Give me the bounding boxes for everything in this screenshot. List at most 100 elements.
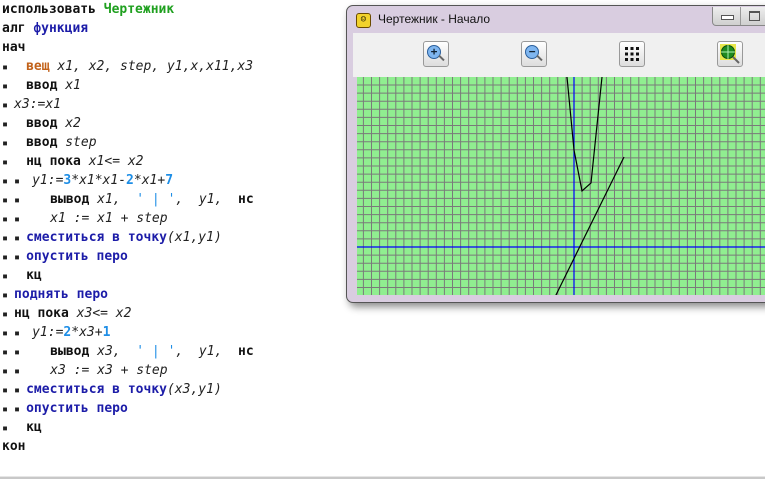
indent-marker: ▪ ▪ [2, 176, 33, 187]
code-keyword: ввод [26, 78, 66, 93]
code-keyword: опустить перо [26, 401, 128, 416]
code-keyword: использовать [2, 2, 104, 17]
code-line[interactable]: ▪ нц пока x3<= x2 [2, 304, 131, 323]
code-line[interactable]: ▪ кц [2, 418, 42, 437]
code-expression: (x3,y1) [166, 382, 222, 397]
code-keyword: нс [238, 192, 254, 207]
indent-marker: ▪ ▪ [2, 214, 51, 225]
indent-marker: ▪ ▪ [2, 347, 51, 358]
code-keyword: сместиться в точку [26, 230, 167, 245]
code-keyword: Чертежник [103, 2, 175, 17]
code-expression: x2 [65, 116, 81, 131]
indent-marker: ▪ [2, 290, 15, 301]
window-controls [712, 7, 765, 26]
indent-marker: ▪ [2, 81, 27, 92]
code-number: 2 [126, 173, 134, 188]
code-keyword: ввод [26, 116, 66, 131]
code-line[interactable]: ▪ ввод step [2, 133, 97, 152]
indent-marker: ▪ [2, 138, 27, 149]
indent-marker: ▪ [2, 62, 27, 73]
code-line[interactable]: ▪ нц пока x1<= x2 [2, 152, 144, 171]
drawer-window: ☺ Чертежник - Начало + − [346, 5, 765, 303]
code-expression: x1, x2, step, y1,x,x11,x3 [57, 59, 254, 74]
code-keyword: кон [2, 439, 26, 454]
zoom-in-button[interactable]: + [423, 41, 449, 67]
indent-marker: ▪ ▪ [2, 195, 51, 206]
code-expression: y1:= [32, 325, 64, 340]
code-expression: x1, [97, 192, 137, 207]
zoom-fit-icon [720, 44, 740, 64]
maximize-button[interactable] [741, 7, 765, 25]
code-line[interactable]: ▪ вещ x1, x2, step, y1,x,x11,x3 [2, 57, 253, 76]
indent-marker: ▪ ▪ [2, 233, 27, 244]
indent-marker: ▪ [2, 100, 15, 111]
code-expression: *x1+ [133, 173, 166, 188]
code-expression: *x3+ [71, 325, 103, 340]
code-keyword: алг [2, 21, 34, 36]
code-line[interactable]: ▪ ▪ x1 := x1 + step [2, 209, 168, 228]
code-line[interactable]: алг функция [2, 19, 88, 38]
grid-icon [625, 47, 639, 61]
code-keyword: опустить перо [26, 249, 128, 264]
code-line[interactable]: ▪ поднять перо [2, 285, 108, 304]
code-expression: x1 [65, 78, 81, 93]
code-line[interactable]: ▪ ▪ опустить перо [2, 399, 128, 418]
code-line[interactable]: ▪ ▪ опустить перо [2, 247, 128, 266]
code-keyword: нач [2, 40, 26, 55]
code-keyword: поднять перо [14, 287, 108, 302]
code-expression: x1 := x1 + step [50, 211, 168, 226]
zoom-fit-button[interactable] [717, 41, 743, 67]
code-keyword: нц пока [26, 154, 89, 169]
code-expression: *x1*x1- [71, 173, 127, 188]
code-expression: , y1, [175, 344, 239, 359]
indent-marker: ▪ ▪ [2, 366, 51, 377]
code-line[interactable]: ▪ ▪ x3 := x3 + step [2, 361, 168, 380]
code-line[interactable]: ▪ ▪ сместиться в точку(x3,y1) [2, 380, 222, 399]
code-line[interactable]: нач [2, 38, 25, 57]
window-title: Чертежник - Начало [378, 12, 491, 26]
maximize-icon [749, 11, 760, 21]
editor-divider [0, 476, 765, 479]
indent-marker: ▪ ▪ [2, 252, 27, 263]
indent-marker: ▪ ▪ [2, 328, 33, 339]
indent-marker: ▪ ▪ [2, 404, 27, 415]
code-keyword: нс [238, 344, 254, 359]
indent-marker: ▪ [2, 157, 27, 168]
code-number: 1 [102, 325, 111, 340]
code-expression: x3<= x2 [76, 306, 132, 321]
code-line[interactable]: ▪ ▪ вывод x1, ' | ', y1, нс [2, 190, 254, 209]
code-line[interactable]: использовать Чертежник [2, 0, 174, 19]
code-string: ' | ' [136, 192, 176, 207]
grid-button[interactable] [619, 41, 645, 67]
code-line[interactable]: ▪ ввод x1 [2, 76, 81, 95]
minimize-icon [721, 15, 734, 20]
code-line[interactable]: ▪ ▪ сместиться в точку(x1,y1) [2, 228, 222, 247]
code-line[interactable]: ▪ ▪ вывод x3, ' | ', y1, нс [2, 342, 254, 361]
code-number: 7 [165, 173, 174, 188]
drawing-canvas[interactable] [357, 77, 765, 295]
code-line[interactable]: ▪ ▪ y1:=3*x1*x1-2*x1+7 [2, 171, 173, 190]
code-keyword: вещ [26, 59, 58, 74]
code-line[interactable]: кон [2, 437, 25, 456]
code-keyword: сместиться в точку [26, 382, 167, 397]
code-line[interactable]: ▪ ▪ y1:=2*x3+1 [2, 323, 110, 342]
minimize-button[interactable] [713, 7, 741, 25]
code-expression: y1:= [32, 173, 64, 188]
toolbar: + − [353, 33, 765, 77]
code-expression: , y1, [175, 192, 239, 207]
indent-marker: ▪ ▪ [2, 385, 27, 396]
indent-marker: ▪ [2, 119, 27, 130]
title-bar[interactable]: ☺ Чертежник - Начало [347, 6, 765, 32]
code-line[interactable]: ▪ кц [2, 266, 42, 285]
code-expression: step [65, 135, 97, 150]
code-keyword: вывод [50, 344, 98, 359]
smiley-icon: ☺ [356, 13, 371, 28]
code-keyword: вывод [50, 192, 98, 207]
code-line[interactable]: ▪ x3:=x1 [2, 95, 61, 114]
zoom-out-button[interactable]: − [521, 41, 547, 67]
code-keyword: нц пока [14, 306, 77, 321]
code-keyword: функция [33, 21, 89, 36]
indent-marker: ▪ [2, 423, 27, 434]
code-line[interactable]: ▪ ввод x2 [2, 114, 81, 133]
code-expression: x1<= x2 [88, 154, 144, 169]
